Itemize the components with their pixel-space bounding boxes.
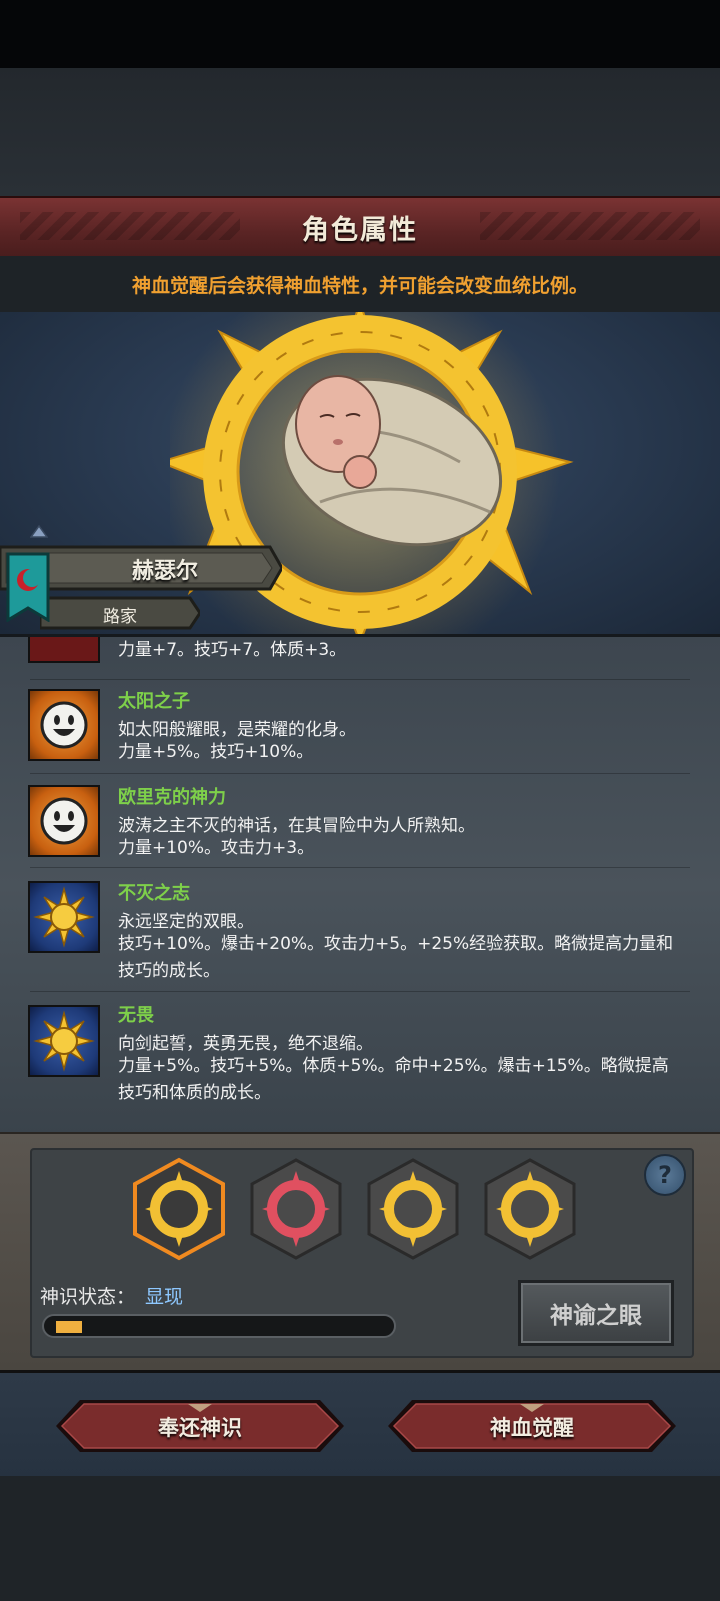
oracle-eye-button[interactable]: 神谕之眼 (518, 1280, 674, 1346)
divine-status-label: 神识状态： (40, 1286, 136, 1308)
red-crest-icon (28, 637, 100, 663)
divine-slot-red[interactable] (248, 1157, 344, 1261)
house-rank-icon (30, 524, 48, 538)
blood-awaken-label: 神血觉醒 (490, 1416, 574, 1440)
divine-slot-gold-2[interactable] (482, 1157, 578, 1261)
help-button[interactable]: ? (644, 1154, 686, 1196)
character-name: 赫瑟尔 (131, 559, 198, 584)
title-banner: 角色属性 (0, 196, 720, 258)
trait-stats: 力量+5%。技巧+10%。 (118, 742, 314, 762)
subtitle-bar: 神血觉醒后会获得神血特性，并可能会改变血统比例。 (0, 256, 720, 312)
character-house: 路家 (103, 607, 137, 627)
trait-description: 永远坚定的双眼。 (118, 912, 254, 932)
smiley-face-icon (28, 689, 100, 761)
trait-name: 不灭之志 (118, 883, 190, 904)
divider (30, 867, 690, 868)
divider (30, 679, 690, 680)
trait-name: 太阳之子 (118, 691, 190, 712)
house-banner-icon (6, 552, 50, 622)
trait-list[interactable]: 力量+7。技巧+7。体质+3。 太阳之子 如太阳般耀眼，是荣耀的化身。 力量+5… (0, 634, 720, 1135)
trait-stats: 力量+5%。技巧+5%。体质+5%。命中+25%。爆击+15%。略微提高技巧和体… (118, 1056, 669, 1103)
trait-stats: 力量+7。技巧+7。体质+3。 (118, 640, 347, 660)
trait-description: 如太阳般耀眼，是荣耀的化身。 (118, 720, 356, 740)
trait-name: 欧里克的神力 (118, 787, 226, 808)
trait-description: 波涛之主不灭的神话，在其冒险中为人所熟知。 (118, 816, 475, 836)
trait-stats: 力量+10%。攻击力+3。 (118, 838, 315, 858)
page-title: 角色属性 (302, 214, 418, 246)
page-subtitle: 神血觉醒后会获得神血特性，并可能会改变血统比例。 (131, 274, 588, 297)
golden-sun-icon (28, 881, 100, 953)
bottom-background (0, 1476, 720, 1601)
divine-slot-gold[interactable] (365, 1157, 461, 1261)
trait-name: 无畏 (118, 1005, 154, 1026)
divider (30, 773, 690, 774)
oracle-eye-label: 神谕之眼 (550, 1303, 642, 1329)
trait-description: 向剑起誓，英勇无畏，绝不退缩。 (118, 1034, 373, 1054)
divine-progress-bar (42, 1314, 396, 1338)
return-divine-label: 奉还神识 (158, 1416, 242, 1440)
divider (30, 991, 690, 992)
trait-stats: 技巧+10%。爆击+20%。攻击力+5。+25%经验获取。略微提高力量和技巧的成… (118, 934, 674, 981)
smiley-face-icon (28, 785, 100, 857)
top-background (0, 68, 720, 196)
divine-progress-fill (56, 1321, 82, 1333)
divine-slot-selected[interactable] (131, 1157, 227, 1261)
status-bar (0, 0, 720, 68)
divine-status-value: 显现 (145, 1286, 184, 1308)
golden-sun-icon (28, 1005, 100, 1077)
